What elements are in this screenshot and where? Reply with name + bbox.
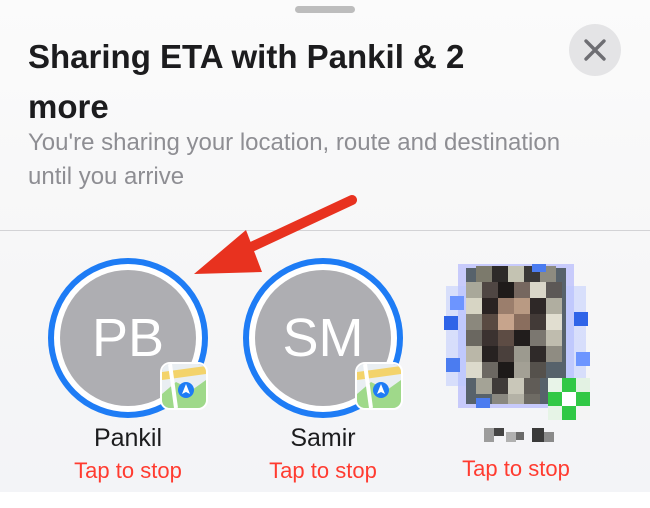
tap-to-stop-button[interactable]: Tap to stop <box>416 456 616 482</box>
close-button[interactable] <box>569 24 621 76</box>
maps-app-icon <box>355 362 403 410</box>
eta-sharing-sheet: Sharing ETA with Pankil & 2 more You're … <box>0 0 650 492</box>
divider <box>0 230 650 231</box>
maps-app-icon <box>160 362 208 410</box>
messages-app-icon <box>548 378 590 420</box>
pixelated-name <box>484 428 554 442</box>
contact-name: Pankil <box>93 424 163 452</box>
contact-samir[interactable]: SM Samir Tap to stop <box>243 258 413 508</box>
sheet-subtitle: You're sharing your location, route and … <box>28 129 561 190</box>
tap-to-stop-button[interactable]: Tap to stop <box>28 458 228 484</box>
contact-name: Samir <box>290 424 356 452</box>
contact-pankil[interactable]: PB Pankil Tap to stop <box>48 258 218 508</box>
tap-to-stop-button[interactable]: Tap to stop <box>223 458 423 484</box>
sheet-grabber[interactable] <box>295 6 355 13</box>
sheet-title: Sharing ETA with Pankil & 2 more <box>28 38 465 125</box>
contact-third[interactable]: Tap to stop <box>436 256 606 506</box>
close-icon <box>584 39 606 61</box>
